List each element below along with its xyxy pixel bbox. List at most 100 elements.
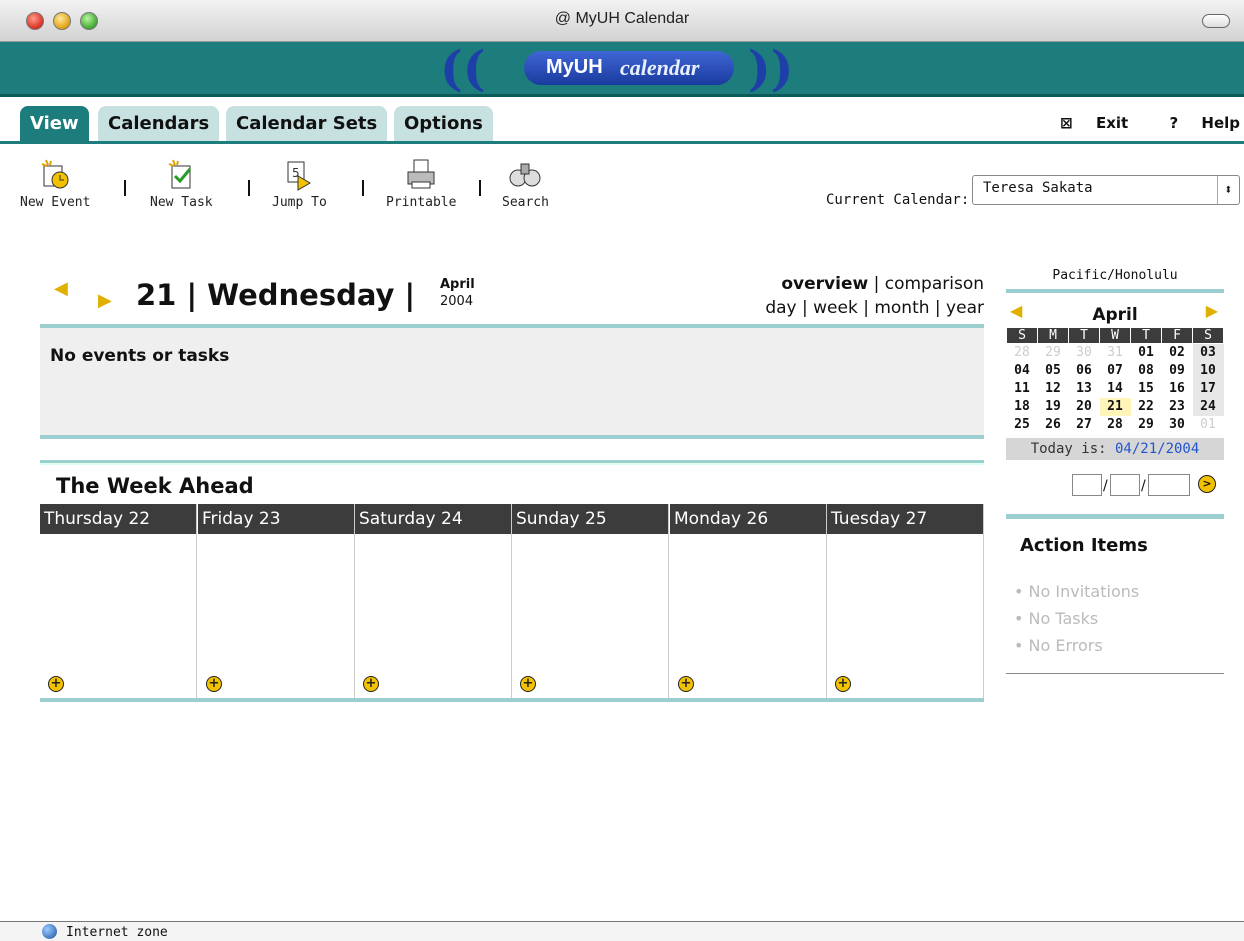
header-banner: (( MyUH calendar )): [0, 41, 1244, 97]
new-task-button[interactable]: New Task: [150, 158, 213, 210]
week-day-header[interactable]: Saturday 24: [355, 504, 511, 534]
weekday-header: S: [1006, 327, 1038, 344]
add-event-icon[interactable]: +: [678, 676, 694, 692]
logo-calendar-text: calendar: [620, 55, 700, 80]
jump-day-input[interactable]: [1110, 473, 1140, 496]
calendar-day[interactable]: 01: [1131, 344, 1162, 362]
help-label: Help: [1201, 114, 1240, 132]
calendar-day[interactable]: 04: [1007, 362, 1038, 380]
calendar-day[interactable]: 17: [1192, 379, 1224, 398]
calendar-day[interactable]: 13: [1069, 380, 1100, 398]
jump-to-date: / / >: [1006, 468, 1224, 508]
top-links: ⊠ Exit ? Help: [1024, 114, 1240, 132]
view-overview-link[interactable]: overview: [781, 274, 868, 294]
week-day-header[interactable]: Thursday 22: [40, 504, 196, 534]
calendar-day[interactable]: 09: [1162, 362, 1193, 380]
exit-link[interactable]: ⊠ Exit: [1042, 114, 1128, 132]
week-day-header[interactable]: Friday 23: [198, 504, 354, 534]
calendar-day[interactable]: 15: [1131, 380, 1162, 398]
jump-to-button[interactable]: 5 Jump To: [272, 158, 327, 210]
current-calendar-select[interactable]: Teresa Sakata ⬍: [972, 175, 1240, 205]
previous-day-arrow-icon[interactable]: ◀: [54, 278, 68, 299]
calendar-day[interactable]: 19: [1038, 398, 1069, 416]
jump-year-input[interactable]: [1148, 473, 1190, 496]
tab-view[interactable]: View: [20, 106, 89, 141]
calendar-day[interactable]: 22: [1131, 398, 1162, 416]
close-icon: ⊠: [1060, 114, 1073, 132]
tab-calendar-sets[interactable]: Calendar Sets: [226, 106, 388, 141]
no-events-message: No events or tasks: [50, 346, 230, 366]
main-tabs: View Calendars Calendar Sets Options ⊠ E…: [0, 100, 1244, 144]
help-link[interactable]: ? Help: [1151, 114, 1240, 132]
calendar-day[interactable]: 29: [1131, 416, 1162, 434]
jump-month-input[interactable]: [1072, 473, 1102, 496]
calendar-day-today[interactable]: 21: [1099, 397, 1131, 416]
add-event-icon[interactable]: +: [48, 676, 64, 692]
printable-label: Printable: [386, 195, 457, 210]
calendar-day[interactable]: 30: [1069, 344, 1100, 362]
weekday-header: T: [1068, 327, 1100, 344]
select-arrows-icon: ⬍: [1217, 176, 1239, 204]
add-event-icon[interactable]: +: [835, 676, 851, 692]
calendar-day[interactable]: 10: [1192, 361, 1224, 380]
add-event-icon[interactable]: +: [363, 676, 379, 692]
today-indicator: Today is: 04/21/2004: [1006, 437, 1224, 460]
action-items-title: Action Items: [1020, 534, 1148, 556]
calendar-day[interactable]: 29: [1038, 344, 1069, 362]
date-slash: /: [1141, 477, 1146, 494]
tab-options[interactable]: Options: [394, 106, 493, 141]
calendar-day[interactable]: 01: [1193, 416, 1224, 434]
date-slash: /: [1103, 477, 1108, 494]
tab-calendars[interactable]: Calendars: [98, 106, 220, 141]
calendar-day[interactable]: 05: [1038, 362, 1069, 380]
add-event-icon[interactable]: +: [520, 676, 536, 692]
view-comparison-link[interactable]: | comparison: [868, 274, 984, 294]
calendar-day[interactable]: 31: [1100, 344, 1131, 362]
calendar-day[interactable]: 12: [1038, 380, 1069, 398]
calendar-day[interactable]: 27: [1069, 416, 1100, 434]
action-items-bottom-rule: [1006, 672, 1224, 674]
week-day-column: Saturday 24 +: [355, 504, 512, 698]
calendar-day[interactable]: 11: [1007, 380, 1038, 398]
weekday-header: W: [1099, 327, 1131, 344]
calendar-day[interactable]: 26: [1038, 416, 1069, 434]
binoculars-icon: [509, 163, 541, 187]
weekday-header: T: [1130, 327, 1162, 344]
calendar-day[interactable]: 20: [1069, 398, 1100, 416]
today-label: Today is:: [1030, 440, 1107, 457]
current-calendar-value: Teresa Sakata: [983, 180, 1093, 196]
calendar-day[interactable]: 28: [1100, 416, 1131, 434]
next-month-arrow-icon[interactable]: ▶: [1206, 301, 1218, 320]
calendar-day[interactable]: 06: [1069, 362, 1100, 380]
go-arrow-icon[interactable]: >: [1198, 474, 1216, 493]
calendar-day[interactable]: 24: [1192, 397, 1224, 416]
new-event-button[interactable]: New Event: [20, 158, 90, 210]
calendar-day[interactable]: 25: [1007, 416, 1038, 434]
jump-to-icon: 5: [287, 161, 312, 191]
view-period-links[interactable]: day | week | month | year: [765, 296, 984, 320]
window-title: @ MyUH Calendar: [554, 10, 690, 27]
current-day-title: 21 | Wednesday |: [136, 278, 416, 312]
week-divider: [40, 460, 984, 465]
toolbar-toggle-button[interactable]: [1202, 14, 1230, 28]
search-button[interactable]: Search: [502, 158, 549, 210]
printable-button[interactable]: Printable: [386, 158, 456, 210]
status-bar: Internet zone: [0, 921, 1244, 941]
week-day-header[interactable]: Tuesday 27: [827, 504, 983, 534]
calendar-day[interactable]: 14: [1100, 380, 1131, 398]
calendar-day[interactable]: 07: [1100, 362, 1131, 380]
calendar-day[interactable]: 03: [1192, 343, 1224, 362]
add-event-icon[interactable]: +: [206, 676, 222, 692]
calendar-day[interactable]: 28: [1007, 344, 1038, 362]
next-day-arrow-icon[interactable]: ▶: [98, 290, 112, 311]
calendar-day[interactable]: 16: [1162, 380, 1193, 398]
calendar-day[interactable]: 23: [1162, 398, 1193, 416]
calendar-day[interactable]: 08: [1131, 362, 1162, 380]
week-day-header[interactable]: Monday 26: [670, 504, 826, 534]
week-day-header[interactable]: Sunday 25: [512, 504, 668, 534]
action-toolbar: New Event New Task 5 Jump To Printable S…: [0, 158, 1244, 228]
calendar-day[interactable]: 18: [1007, 398, 1038, 416]
today-date-link[interactable]: 04/21/2004: [1115, 441, 1199, 457]
calendar-day[interactable]: 30: [1162, 416, 1193, 434]
calendar-day[interactable]: 02: [1162, 344, 1193, 362]
